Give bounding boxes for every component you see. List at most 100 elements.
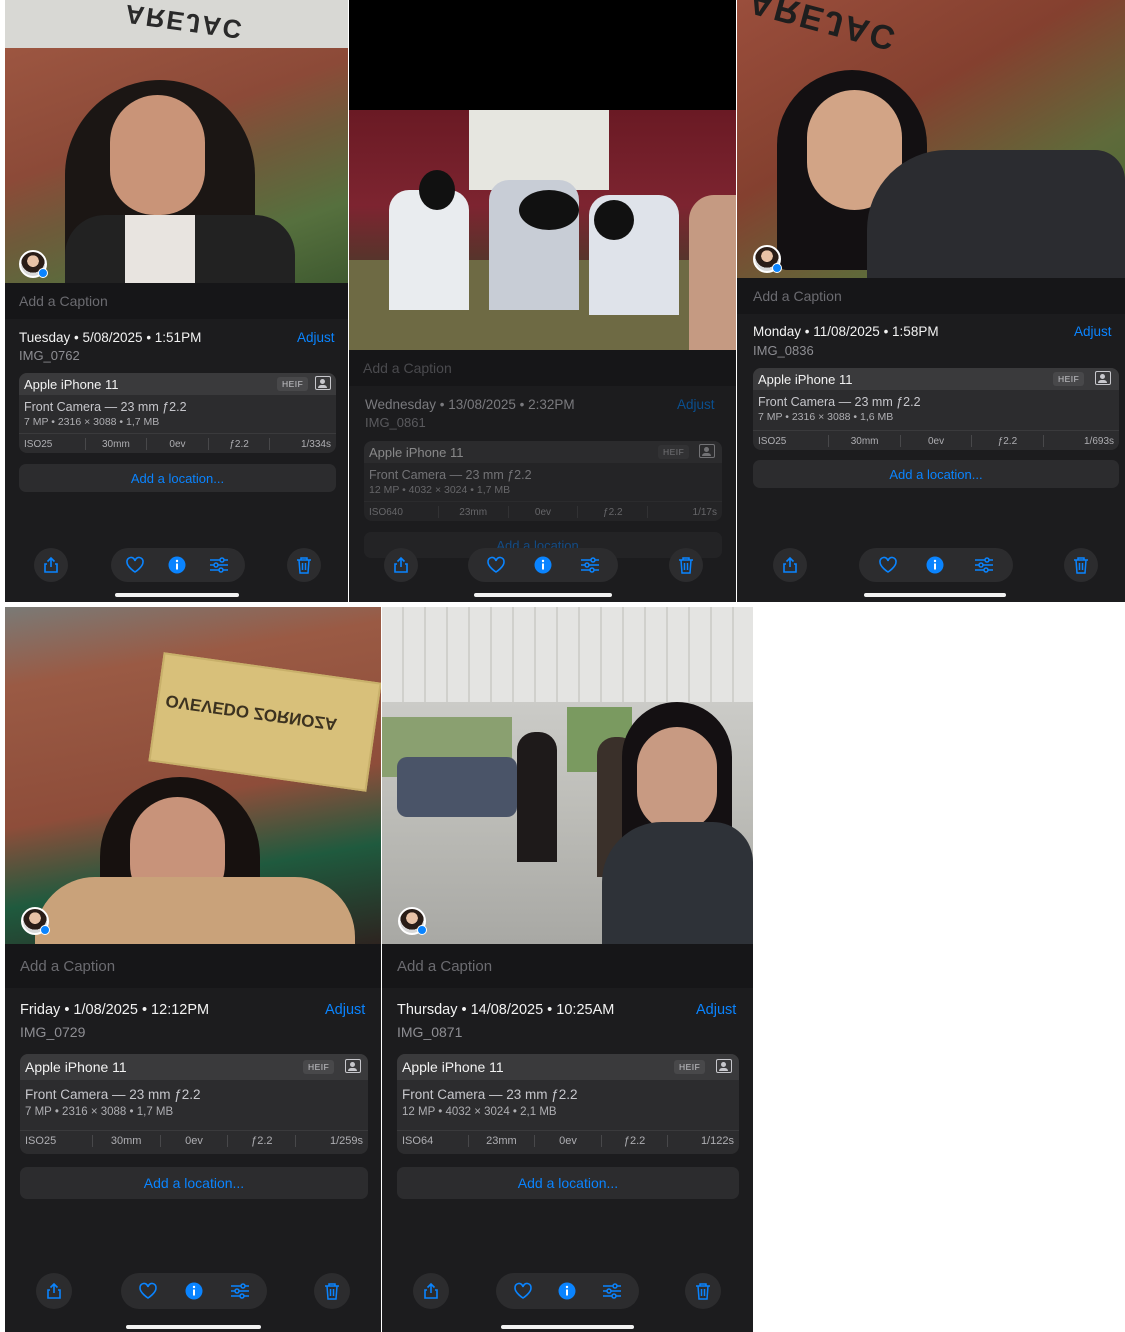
delete-button[interactable] (669, 548, 703, 582)
share-button[interactable] (34, 548, 68, 582)
date-time: Wednesday • 13/08/2025 • 2:32PM (365, 397, 575, 412)
edit-button[interactable] (580, 556, 600, 574)
caption-input[interactable]: Add a Caption (5, 944, 381, 988)
sliders-icon (603, 1283, 621, 1299)
avatar[interactable] (753, 245, 782, 273)
caption-input[interactable]: Add a Caption (737, 278, 1125, 314)
share-button[interactable] (413, 1273, 449, 1309)
image-specs: 7 MP • 2316 × 3088 • 1,7 MB (25, 1106, 174, 1118)
lens-info: Front Camera — 23 mm ƒ2.2 (402, 1087, 578, 1102)
favorite-button[interactable] (878, 556, 898, 574)
share-button[interactable] (773, 548, 807, 582)
photo[interactable]: OVEVEDO ZORNOZA (5, 607, 381, 944)
photo[interactable] (382, 607, 753, 944)
add-location-button[interactable]: Add a location... (19, 464, 336, 492)
sliders-icon (210, 557, 228, 573)
device-name: Apple iPhone 11 (24, 376, 119, 392)
format-badge: HEIF (674, 1060, 706, 1074)
focal-length: 23mm (467, 1135, 535, 1147)
delete-button[interactable] (1064, 548, 1098, 582)
info-button[interactable] (926, 556, 944, 574)
format-badge: HEIF (1053, 372, 1085, 386)
share-button[interactable] (384, 548, 418, 582)
add-location-button[interactable]: Add a location... (397, 1167, 739, 1199)
photo[interactable]: AREJAC (5, 0, 348, 283)
aperture: ƒ2.2 (971, 435, 1042, 447)
aperture: ƒ2.2 (600, 1135, 668, 1147)
exif-row: ISO25 30mm 0ev ƒ2.2 1/334s (19, 433, 336, 453)
camera-info-card: Apple iPhone 11 HEIF Front Camera — 23 m… (20, 1054, 368, 1154)
avatar[interactable] (19, 250, 48, 278)
portrait-icon (315, 376, 331, 390)
file-name: IMG_0729 (20, 1024, 86, 1040)
share-icon (47, 1282, 61, 1299)
camera-info-card: Apple iPhone 11 HEIF Front Camera — 23 m… (753, 368, 1119, 450)
portrait-icon (345, 1059, 361, 1073)
share-icon (424, 1282, 438, 1299)
favorite-button[interactable] (513, 1282, 533, 1300)
adjust-button[interactable]: Adjust (677, 397, 715, 412)
portrait-icon (699, 444, 715, 458)
favorite-button[interactable] (125, 556, 145, 574)
home-indicator (501, 1325, 634, 1329)
date-time: Tuesday • 5/08/2025 • 1:51PM (19, 330, 202, 345)
delete-button[interactable] (287, 548, 321, 582)
info-button[interactable] (534, 556, 552, 574)
iso: ISO25 (758, 435, 787, 447)
add-location-button[interactable]: Add a location... (20, 1167, 368, 1199)
file-name: IMG_0836 (753, 343, 814, 358)
info-button[interactable] (185, 1282, 203, 1300)
heart-icon (139, 1282, 157, 1299)
edit-button[interactable] (602, 1282, 622, 1300)
portrait-icon (716, 1059, 732, 1073)
device-name: Apple iPhone 11 (369, 444, 464, 460)
image-specs: 12 MP • 4032 × 3024 • 2,1 MB (402, 1106, 557, 1118)
info-button[interactable] (558, 1282, 576, 1300)
share-icon (44, 556, 58, 573)
format-badge: HEIF (303, 1060, 335, 1074)
delete-button[interactable] (685, 1273, 721, 1309)
lens-info: Front Camera — 23 mm ƒ2.2 (24, 400, 187, 414)
caption-input[interactable]: Add a Caption (349, 350, 736, 386)
home-indicator (126, 1325, 261, 1329)
date-time: Monday • 11/08/2025 • 1:58PM (753, 324, 939, 339)
edit-button[interactable] (230, 1282, 250, 1300)
info-icon (558, 1282, 576, 1300)
sliders-icon (975, 557, 993, 573)
file-name: IMG_0861 (365, 415, 426, 430)
exposure: 0ev (899, 435, 971, 447)
heart-icon (126, 556, 144, 573)
delete-button[interactable] (314, 1273, 350, 1309)
avatar[interactable] (21, 907, 50, 935)
favorite-button[interactable] (138, 1282, 158, 1300)
bottom-toolbar (349, 548, 736, 582)
share-icon (783, 556, 797, 573)
aperture: ƒ2.2 (577, 506, 647, 518)
photo[interactable]: AREJAC (737, 0, 1125, 278)
edit-button[interactable] (209, 556, 229, 574)
adjust-button[interactable]: Adjust (297, 330, 335, 345)
caption-input[interactable]: Add a Caption (382, 944, 753, 988)
image-specs: 12 MP • 4032 × 3024 • 1,7 MB (369, 484, 511, 496)
lens-info: Front Camera — 23 mm ƒ2.2 (369, 468, 532, 482)
info-button[interactable] (168, 556, 186, 574)
add-location-button[interactable]: Add a location... (753, 460, 1119, 488)
bottom-toolbar (5, 1273, 381, 1309)
adjust-button[interactable]: Adjust (325, 1002, 365, 1018)
favorite-button[interactable] (486, 556, 506, 574)
adjust-button[interactable]: Adjust (696, 1002, 736, 1018)
adjust-button[interactable]: Adjust (1074, 324, 1112, 339)
avatar[interactable] (398, 907, 427, 935)
home-indicator (115, 593, 239, 597)
shutter: 1/17s (647, 506, 722, 518)
edit-button[interactable] (974, 556, 994, 574)
focal-length: 30mm (91, 1135, 160, 1147)
caption-input[interactable]: Add a Caption (5, 283, 348, 319)
photo[interactable] (349, 110, 736, 350)
format-badge: HEIF (658, 445, 690, 459)
aperture: ƒ2.2 (227, 1135, 295, 1147)
share-button[interactable] (36, 1273, 72, 1309)
iso: ISO640 (369, 506, 403, 518)
image-specs: 7 MP • 2316 × 3088 • 1,6 MB (758, 411, 894, 423)
exif-row: ISO640 23mm 0ev ƒ2.2 1/17s (364, 501, 722, 521)
